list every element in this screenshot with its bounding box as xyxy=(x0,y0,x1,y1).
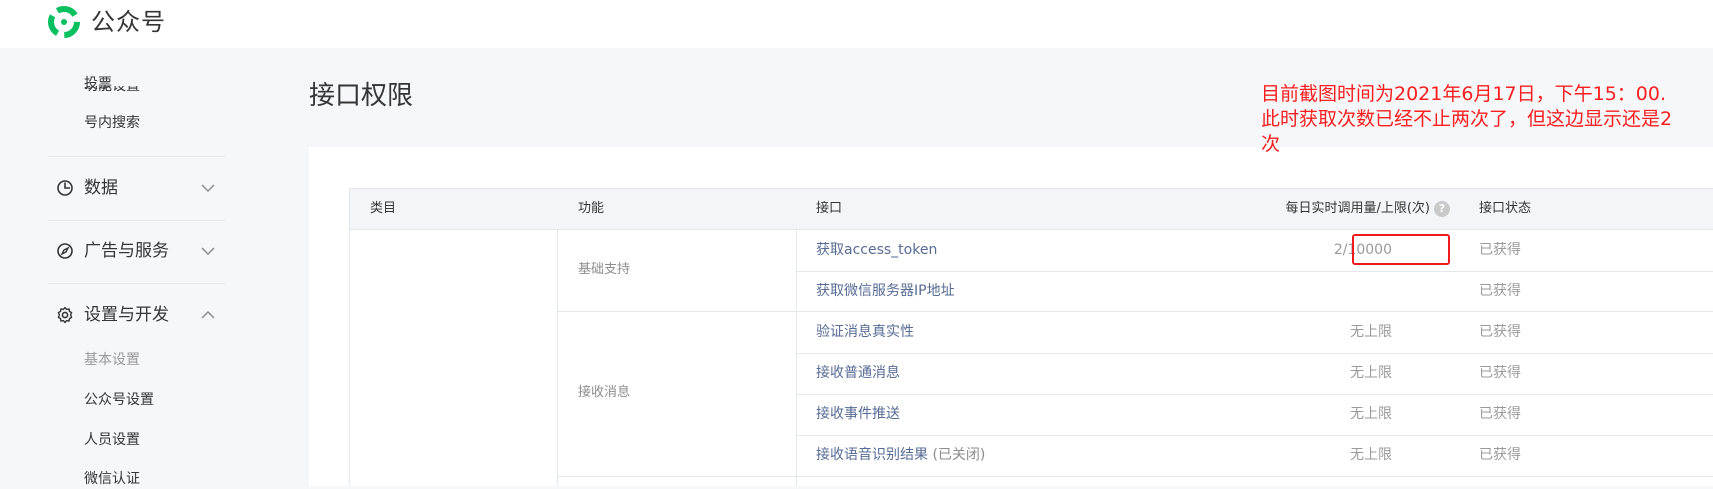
api-closed-note: (已关闭) xyxy=(932,447,986,463)
sidebar-item-staff-settings[interactable]: 人员设置 xyxy=(84,430,140,450)
status-text: 已获得 xyxy=(1479,242,1521,258)
top-bar: 公众号 xyxy=(0,0,1713,48)
sidebar-group-settings-dev[interactable]: 设置与开发 xyxy=(56,303,226,327)
header-usage: 每日实时调用量/上限(次) xyxy=(1285,201,1430,216)
sidebar-group-label: 数据 xyxy=(84,178,118,198)
gear-icon xyxy=(57,306,73,324)
red-highlight-box xyxy=(1352,234,1450,265)
header-api: 接口 xyxy=(816,201,843,216)
usage-value: 无上限 xyxy=(1350,365,1392,381)
header-function: 功能 xyxy=(578,201,605,216)
sidebar-item-wechat-verify[interactable]: 微信认证 xyxy=(84,469,140,489)
sidebar-item-basic-settings[interactable]: 基本设置 xyxy=(84,350,140,370)
api-name-link[interactable]: 接收语音识别结果 (已关闭) xyxy=(816,435,985,476)
sidebar-group-label: 广告与服务 xyxy=(84,241,169,261)
sidebar-group-ads[interactable]: 广告与服务 xyxy=(56,239,226,263)
table-row: 接收语音识别结果 (已关闭) 无上限 已获得 xyxy=(350,435,1713,476)
sidebar-divider xyxy=(48,156,225,157)
table-header: 类目 功能 接口 每日实时调用量/上限(次) ? 接口状态 xyxy=(350,188,1713,230)
sidebar-divider xyxy=(48,220,225,221)
wechat-official-account-logo-icon[interactable] xyxy=(47,5,81,39)
sidebar-item-account-settings[interactable]: 公众号设置 xyxy=(84,390,154,410)
table-row: 接收事件推送 无上限 已获得 xyxy=(350,394,1713,435)
sidebar-divider xyxy=(48,283,225,284)
table-row: 获取access_token 2/10000 已获得 xyxy=(350,230,1713,271)
status-text: 已获得 xyxy=(1479,406,1521,422)
api-name-link[interactable]: 验证消息真实性 xyxy=(816,312,914,353)
pie-chart-icon xyxy=(57,180,73,196)
status-text: 已获得 xyxy=(1479,324,1521,340)
status-text: 已获得 xyxy=(1479,283,1521,299)
chevron-up-icon[interactable] xyxy=(200,307,216,323)
sidebar-nav: 功能设置 投票 号内搜索 数据 广告与服务 设置与开发 基本设置 公众号设置 人… xyxy=(0,48,240,489)
api-name-link[interactable]: 获取access_token xyxy=(816,230,937,271)
api-name-link[interactable]: 接收普通消息 xyxy=(816,353,900,394)
red-annotation-note: 目前截图时间为2021年6月17日，下午15：00.此时获取次数已经不止两次了，… xyxy=(1261,83,1673,155)
api-name-link[interactable]: 获取微信服务器IP地址 xyxy=(816,271,955,312)
api-permissions-table: 类目 功能 接口 每日实时调用量/上限(次) ? 接口状态 基础支持 接收消息 … xyxy=(349,188,1713,486)
usage-value: 无上限 xyxy=(1350,447,1392,463)
header-category: 类目 xyxy=(370,201,397,216)
table-row: 验证消息真实性 无上限 已获得 xyxy=(350,312,1713,353)
page-title: 接口权限 xyxy=(309,81,414,111)
sidebar-group-label: 设置与开发 xyxy=(84,305,169,325)
sidebar-item-search[interactable]: 号内搜索 xyxy=(84,113,140,133)
group-divider xyxy=(558,476,1713,477)
help-question-icon[interactable]: ? xyxy=(1434,201,1450,217)
status-text: 已获得 xyxy=(1479,365,1521,381)
api-name-link[interactable]: 接收事件推送 xyxy=(816,394,900,435)
table-row: 接收普通消息 无上限 已获得 xyxy=(350,353,1713,394)
chevron-down-icon[interactable] xyxy=(200,243,216,259)
header-status: 接口状态 xyxy=(1479,201,1532,216)
usage-value: 无上限 xyxy=(1350,324,1392,340)
sidebar-group-data[interactable]: 数据 xyxy=(56,176,226,200)
table-row: 获取微信服务器IP地址 已获得 xyxy=(350,271,1713,312)
chevron-down-icon[interactable] xyxy=(200,180,216,196)
compass-icon xyxy=(57,243,73,259)
status-text: 已获得 xyxy=(1479,447,1521,463)
logo-text[interactable]: 公众号 xyxy=(91,6,166,38)
sidebar-item-vote[interactable]: 投票 xyxy=(84,74,112,94)
usage-value: 无上限 xyxy=(1350,406,1392,422)
